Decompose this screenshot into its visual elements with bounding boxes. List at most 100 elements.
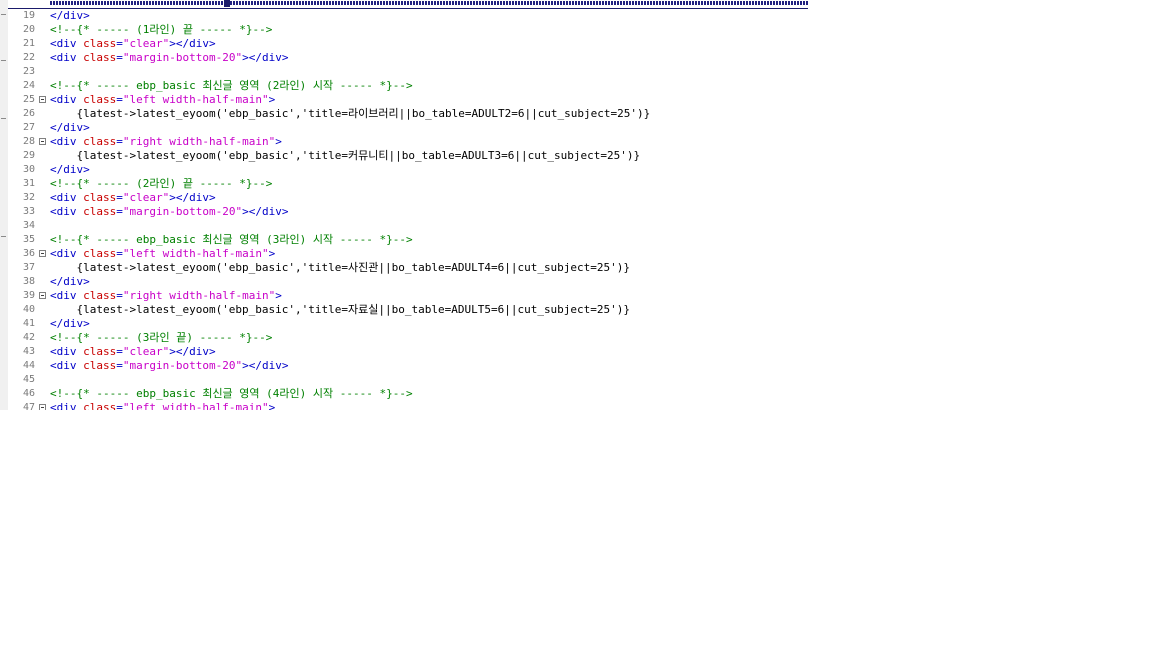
line-number: 40 — [22, 304, 35, 315]
code-line[interactable]: 34 — [8, 219, 808, 233]
code-token: > — [275, 289, 282, 302]
code-line[interactable]: 29 {latest->latest_eyoom('ebp_basic','ti… — [8, 149, 808, 163]
code-line[interactable]: 36 <div class="left width-half-main"> — [8, 247, 808, 261]
code-token: <!--{* ----- ebp_basic 최신글 영역 (2라인) 시작 -… — [50, 79, 413, 92]
code-token: </div> — [50, 9, 90, 22]
code-token: class — [83, 93, 117, 106]
code-token: = — [116, 345, 123, 358]
code-token: class — [83, 191, 117, 204]
line-number: 47 — [22, 402, 35, 410]
code-line[interactable]: 42 <!--{* ----- (3라인 끝) ----- *}--> — [8, 331, 808, 345]
code-token: {latest->latest_eyoom('ebp_basic','title… — [50, 261, 631, 274]
code-line[interactable]: 33 <div class="margin-bottom-20"></div> — [8, 205, 808, 219]
code-editor[interactable]: 19 </div> 20 <!--{* ----- (1라인) 끝 ----- *}-… — [0, 0, 808, 410]
code-line[interactable]: 26 {latest->latest_eyoom('ebp_basic','ti… — [8, 107, 808, 121]
code-text: <!--{* ----- (3라인 끝) ----- *}--> — [50, 331, 272, 345]
code-token: = — [116, 205, 123, 218]
code-token: ></div> — [169, 37, 216, 50]
code-token: = — [116, 135, 123, 148]
code-lines[interactable]: 19 </div> 20 <!--{* ----- (1라인) 끝 ----- *}-… — [8, 9, 808, 410]
line-number: 19 — [22, 10, 35, 21]
fold-toggle-icon[interactable] — [39, 292, 46, 299]
code-text: <!--{* ----- (1라인) 끝 ----- *}--> — [50, 23, 272, 37]
code-token: "clear" — [122, 37, 170, 50]
line-number: 46 — [22, 388, 35, 399]
code-line[interactable]: 30 </div> — [8, 163, 808, 177]
line-number: 27 — [22, 122, 35, 133]
fold-toggle-icon[interactable] — [39, 250, 46, 257]
code-text: <!--{* ----- (2라인) 끝 ----- *}--> — [50, 177, 272, 191]
line-number: 38 — [22, 276, 35, 287]
code-token: = — [116, 359, 123, 372]
code-token: <!--{* ----- ebp_basic 최신글 영역 (3라인) 시작 -… — [50, 233, 413, 246]
code-text: <div class="margin-bottom-20"></div> — [50, 359, 288, 373]
code-line[interactable]: 19 </div> — [8, 9, 808, 23]
code-token: "right width-half-main" — [122, 289, 276, 302]
code-text: <div class="clear"></div> — [50, 191, 216, 205]
code-line[interactable]: 43 <div class="clear"></div> — [8, 345, 808, 359]
code-token: class — [83, 51, 117, 64]
code-token: ></div> — [242, 51, 289, 64]
code-line[interactable]: 45 — [8, 373, 808, 387]
code-token: <div — [50, 135, 84, 148]
fold-toggle-icon[interactable] — [39, 138, 46, 145]
line-number: 26 — [22, 108, 35, 119]
code-line[interactable]: 31 <!--{* ----- (2라인) 끝 ----- *}--> — [8, 177, 808, 191]
code-text: {latest->latest_eyoom('ebp_basic','title… — [50, 303, 630, 317]
code-token: <!--{* ----- (1라인) 끝 ----- *}--> — [50, 23, 273, 36]
code-text: </div> — [50, 317, 90, 331]
code-text: </div> — [50, 275, 90, 289]
code-line[interactable]: 24 <!--{* ----- ebp_basic 최신글 영역 (2라인) 시작… — [8, 79, 808, 93]
code-text: </div> — [50, 121, 90, 135]
line-number: 41 — [22, 318, 35, 329]
code-token: = — [116, 93, 123, 106]
line-number: 24 — [22, 80, 35, 91]
code-line[interactable]: 28 <div class="right width-half-main"> — [8, 135, 808, 149]
code-line[interactable]: 41 </div> — [8, 317, 808, 331]
code-token: = — [116, 37, 123, 50]
code-token: {latest->latest_eyoom('ebp_basic','title… — [50, 303, 631, 316]
code-token: </div> — [50, 121, 90, 134]
line-number: 22 — [22, 52, 35, 63]
code-line[interactable]: 40 {latest->latest_eyoom('ebp_basic','ti… — [8, 303, 808, 317]
code-token: "left width-half-main" — [122, 93, 269, 106]
code-token: {latest->latest_eyoom('ebp_basic','title… — [50, 149, 641, 162]
code-line[interactable]: 39 <div class="right width-half-main"> — [8, 289, 808, 303]
code-token: = — [116, 51, 123, 64]
code-line[interactable]: 35 <!--{* ----- ebp_basic 최신글 영역 (3라인) 시작… — [8, 233, 808, 247]
line-number: 44 — [22, 360, 35, 371]
fold-toggle-icon[interactable] — [39, 404, 46, 410]
fold-toggle-icon[interactable] — [39, 96, 46, 103]
code-line[interactable]: 21 <div class="clear"></div> — [8, 37, 808, 51]
code-line[interactable]: 37 {latest->latest_eyoom('ebp_basic','ti… — [8, 261, 808, 275]
line-number: 35 — [22, 234, 35, 245]
code-token: > — [268, 401, 276, 410]
code-line[interactable]: 38 </div> — [8, 275, 808, 289]
code-line[interactable]: 23 — [8, 65, 808, 79]
code-line[interactable]: 44 <div class="margin-bottom-20"></div> — [8, 359, 808, 373]
line-number: 36 — [22, 248, 35, 259]
code-token: "left width-half-main" — [122, 247, 269, 260]
code-line[interactable]: 47 <div class="left width-half-main"> — [8, 401, 808, 410]
code-text: {latest->latest_eyoom('ebp_basic','title… — [50, 107, 650, 121]
line-number: 43 — [22, 346, 35, 357]
code-token: {latest->latest_eyoom('ebp_basic','title… — [50, 107, 651, 120]
code-line[interactable]: 20 <!--{* ----- (1라인) 끝 ----- *}--> — [8, 23, 808, 37]
code-token: <div — [50, 247, 84, 260]
code-text: <div class="right width-half-main"> — [50, 135, 282, 149]
code-line[interactable]: 27 </div> — [8, 121, 808, 135]
code-text: {latest->latest_eyoom('ebp_basic','title… — [50, 261, 630, 275]
code-token: = — [116, 247, 123, 260]
code-token: <!--{* ----- (3라인 끝) ----- *}--> — [50, 331, 273, 344]
code-line[interactable]: 22 <div class="margin-bottom-20"></div> — [8, 51, 808, 65]
code-line[interactable]: 46 <!--{* ----- ebp_basic 최신글 영역 (4라인) 시작… — [8, 387, 808, 401]
code-token: "clear" — [122, 345, 170, 358]
code-text: <div class="clear"></div> — [50, 345, 216, 359]
code-line[interactable]: 25 <div class="left width-half-main"> — [8, 93, 808, 107]
code-token: "margin-bottom-20" — [122, 359, 243, 372]
code-text: <div class="clear"></div> — [50, 37, 216, 51]
code-line[interactable]: 32 <div class="clear"></div> — [8, 191, 808, 205]
code-token: > — [268, 93, 276, 106]
code-token: </div> — [50, 317, 90, 330]
code-token: class — [83, 135, 117, 148]
